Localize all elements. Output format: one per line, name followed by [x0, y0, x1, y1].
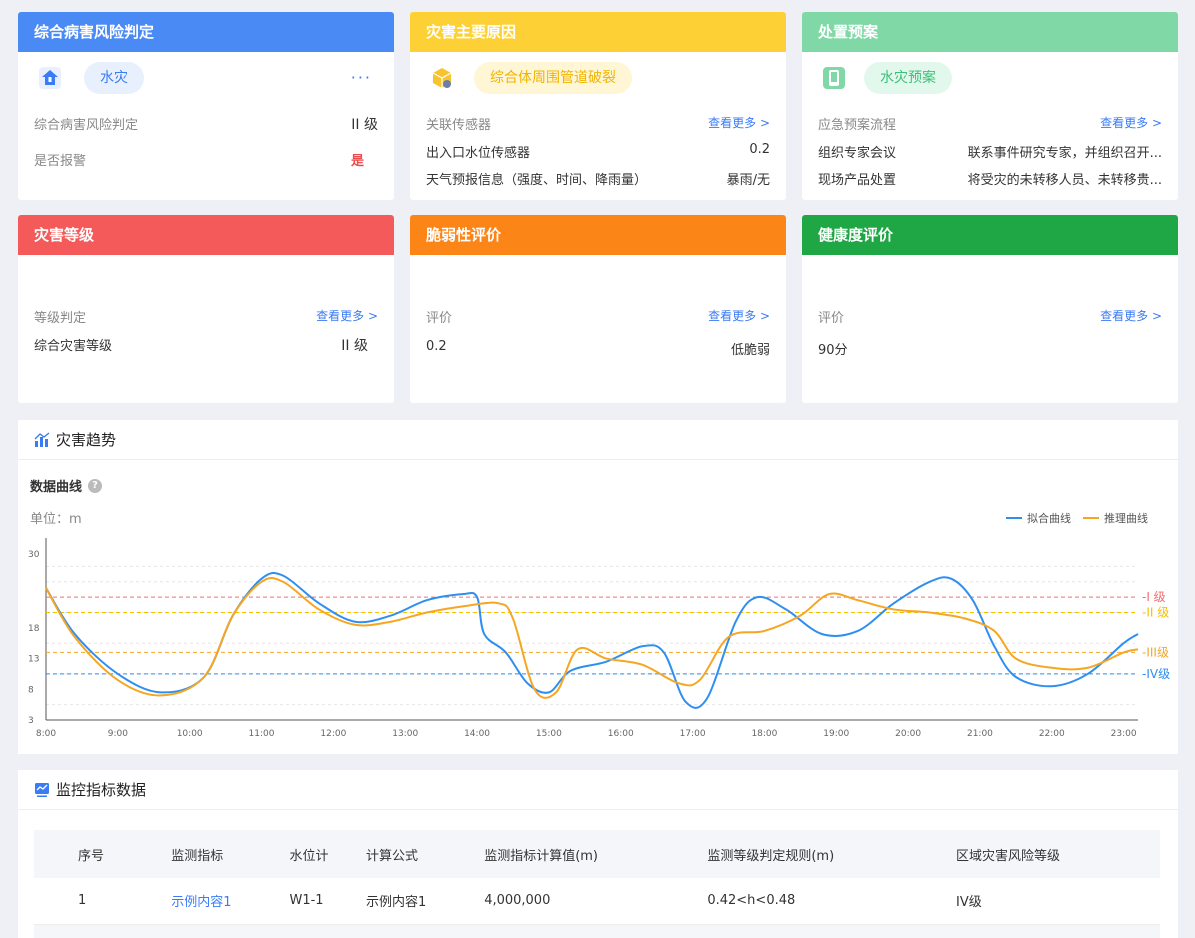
table-cell — [34, 924, 1160, 938]
table-cell: 4,000,000 — [484, 893, 551, 909]
threshold-label: -III级 — [1142, 645, 1169, 659]
cube-icon — [432, 68, 452, 88]
fit-curve-line — [45, 572, 1139, 709]
column-header: 计算公式 — [365, 848, 418, 864]
table-cell: W1-1 — [289, 893, 324, 909]
monitor-icon — [35, 782, 49, 797]
monitor-section: 监控指标数据 序号 监测指标 水位计 计算公式 监测指标计算值(m) 监测等级判定规则(m… — [18, 770, 1178, 938]
health-card-title: 健康度评价 — [802, 215, 1178, 255]
x-tick-label: 13:00 — [392, 729, 418, 739]
x-tick-label: 21:00 — [967, 729, 993, 739]
indicator-link[interactable]: 示例内容1 — [171, 878, 289, 924]
cause-more-link[interactable]: 查看更多 > — [708, 114, 770, 133]
table-cell: 0.42<h<0.48 — [707, 893, 796, 909]
column-header: 序号 — [78, 848, 105, 864]
column-header: 区域灾害风险等级 — [956, 848, 1061, 864]
monitor-header: 监控指标数据 — [18, 770, 1178, 810]
x-tick-label: 16:00 — [608, 729, 634, 739]
level-row-total: 综合灾害等级 II 级 — [34, 338, 368, 354]
plan-row-meeting: 组织专家会议 联系事件研究专家，并组织召开... — [818, 146, 1162, 161]
column-header: 监测指标计算值(m) — [484, 848, 598, 864]
table-cell: 1 — [78, 893, 87, 909]
threshold-label: -II 级 — [1142, 606, 1169, 620]
level-more-link[interactable]: 查看更多 > — [316, 307, 378, 326]
x-tick-label: 14:00 — [464, 729, 490, 739]
cause-card: 灾害主要原因 综合体周围管道破裂 关联传感器 查看更多 > 出入口水位传感器 0… — [410, 12, 786, 200]
level-row-judge: 等级判定 查看更多 > — [34, 307, 378, 326]
vuln-more-link[interactable]: 查看更多 > — [708, 307, 770, 326]
x-tick-label: 20:00 — [895, 729, 921, 739]
cause-row-sensor: 关联传感器 查看更多 > — [426, 114, 770, 133]
plan-card: 处置预案 水灾预案 应急预案流程 查看更多 > 组织专家会议 联系事件研究专家，… — [802, 12, 1178, 200]
table-cell: IV级 — [956, 895, 982, 911]
y-tick-label: 3 — [28, 716, 34, 726]
y-tick-label: 18 — [28, 624, 40, 634]
table-header-row: 序号 监测指标 水位计 计算公式 监测指标计算值(m) 监测等级判定规则(m) 区域灾害风险… — [34, 830, 1160, 878]
health-more-link[interactable]: 查看更多 > — [1100, 307, 1162, 326]
x-tick-label: 12:00 — [320, 729, 346, 739]
y-tick-label: 8 — [28, 685, 34, 695]
table-row: 1 示例内容1 W1-1 示例内容1 4,000,000 0.42<h<0.48 IV级 — [34, 878, 1160, 924]
x-tick-label: 23:00 — [1111, 729, 1137, 739]
y-tick-label: 30 — [28, 550, 40, 560]
x-tick-label: 9:00 — [108, 729, 128, 739]
column-header: 水位计 — [289, 848, 329, 864]
column-header: 监测指标 — [171, 848, 224, 864]
risk-card: 综合病害风险判定 水灾 ··· 综合病害风险判定 II 级 是否报警 是 — [18, 12, 394, 200]
vuln-row-value: 0.2 低脆弱 — [426, 339, 770, 358]
cause-row-water: 出入口水位传感器 0.2 — [426, 142, 770, 161]
cause-card-title: 灾害主要原因 — [410, 12, 786, 52]
health-card: 健康度评价 评价 查看更多 > 90分 — [802, 215, 1178, 403]
monitor-table: 序号 监测指标 水位计 计算公式 监测指标计算值(m) 监测等级判定规则(m) 区域灾害风险… — [34, 830, 1160, 938]
level-card: 灾害等级 等级判定 查看更多 > 综合灾害等级 II 级 — [18, 215, 394, 403]
table-row — [34, 924, 1160, 938]
phone-icon — [823, 67, 845, 89]
health-row-eval: 评价 查看更多 > — [818, 307, 1162, 326]
threshold-label: -I 级 — [1142, 590, 1166, 604]
more-dots-button[interactable]: ··· — [351, 68, 372, 87]
vuln-card-title: 脆弱性评价 — [410, 215, 786, 255]
risk-tag: 水灾 — [84, 62, 144, 94]
x-tick-label: 18:00 — [751, 729, 777, 739]
threshold-label: -IV级 — [1142, 667, 1170, 681]
table-cell: 示例内容1 — [365, 895, 427, 911]
monitor-title: 监控指标数据 — [56, 780, 147, 799]
x-tick-label: 8:00 — [36, 729, 56, 739]
column-header: 监测等级判定规则(m) — [707, 848, 835, 864]
vuln-row-eval: 评价 查看更多 > — [426, 307, 770, 326]
health-row-value: 90分 — [818, 343, 848, 358]
x-tick-label: 11:00 — [249, 729, 275, 739]
plan-card-title: 处置预案 — [802, 12, 1178, 52]
risk-card-title: 综合病害风险判定 — [18, 12, 394, 52]
cause-row-weather: 天气预报信息（强度、时间、降雨量） 暴雨/无 — [426, 173, 770, 188]
trend-section: 灾害趋势 数据曲线 ? 单位：m 拟合曲线 推理曲线 3 8 13 18 30 8:00 9… — [18, 420, 1178, 754]
x-tick-label: 15:00 — [536, 729, 562, 739]
x-tick-label: 17:00 — [680, 729, 706, 739]
risk-row-level: 综合病害风险判定 II 级 — [34, 117, 378, 133]
plan-tag: 水灾预案 — [864, 62, 952, 94]
y-tick-label: 13 — [28, 655, 39, 665]
x-tick-label: 10:00 — [177, 729, 203, 739]
cause-tag: 综合体周围管道破裂 — [474, 62, 632, 94]
trend-chart: 3 8 13 18 30 8:00 9:00 10:00 11:00 12:00 13:00 14:0… — [28, 538, 1170, 739]
risk-row-alarm: 是否报警 是 — [34, 154, 364, 169]
plan-row-site: 现场产品处置 将受灾的未转移人员、未转移贵... — [818, 173, 1162, 188]
monitor-table-wrap: 序号 监测指标 水位计 计算公式 监测指标计算值(m) 监测等级判定规则(m) 区域灾害风险… — [34, 830, 1160, 938]
level-card-title: 灾害等级 — [18, 215, 394, 255]
home-warning-icon — [39, 67, 61, 89]
plan-more-link[interactable]: 查看更多 > — [1100, 114, 1162, 133]
vuln-card: 脆弱性评价 评价 查看更多 > 0.2 低脆弱 — [410, 215, 786, 403]
x-tick-label: 22:00 — [1039, 729, 1065, 739]
x-tick-label: 19:00 — [823, 729, 849, 739]
plan-row-flow: 应急预案流程 查看更多 > — [818, 114, 1162, 133]
infer-curve-line — [45, 576, 1139, 699]
